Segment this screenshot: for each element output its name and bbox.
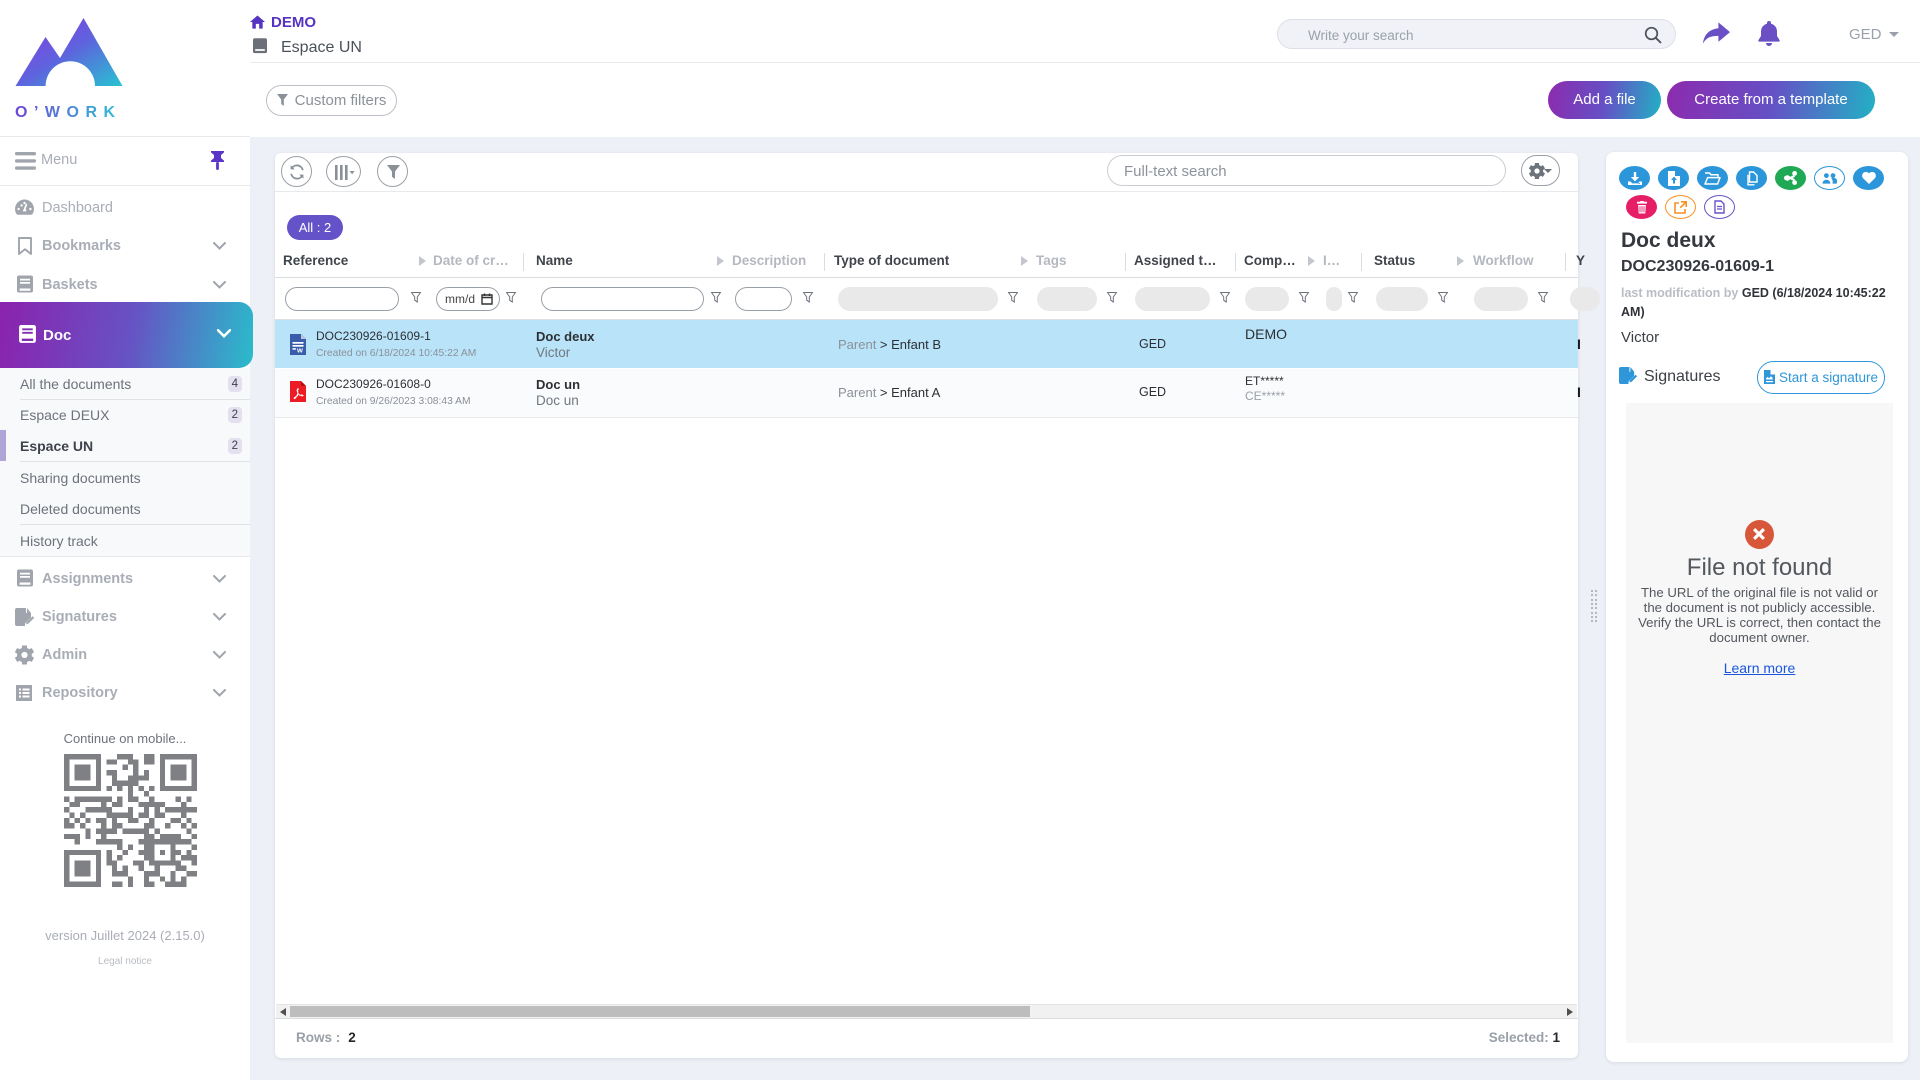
- svg-text:w: w: [296, 346, 303, 355]
- svg-text:O’WORK: O’WORK: [15, 104, 122, 121]
